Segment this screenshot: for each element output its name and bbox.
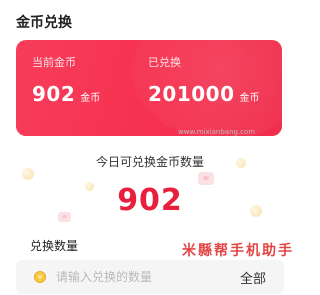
section-title: 金币兑换 <box>16 15 72 31</box>
current-coins-row: 902 金币 <box>32 82 100 106</box>
coin-exchange-page: 金币兑换 当前金币 902 金币 已兑换 201000 金币 今日可兑换金币数量 9… <box>0 0 300 295</box>
watermark-logo: 米縣帮手机助手 <box>182 240 294 270</box>
exchange-quantity-label: 兑换数量 <box>30 239 79 253</box>
watermark-text: 米縣帮手机助手 <box>182 243 294 259</box>
current-coins-block: 当前金币 902 金币 <box>32 54 100 106</box>
redeemed-coins-value: 201000 <box>148 82 235 106</box>
redeemed-coins-row: 201000 金币 <box>148 82 260 106</box>
coin-icon <box>34 271 46 283</box>
watermark-url: www.mixianbang.com <box>178 128 256 136</box>
exchange-quantity-input[interactable] <box>56 268 226 286</box>
redeemed-coins-unit: 金币 <box>239 93 260 104</box>
redeemed-coins-block: 已兑换 201000 金币 <box>148 54 260 106</box>
exchange-all-button[interactable]: 全部 <box>240 268 266 287</box>
coin-balance-card: 当前金币 902 金币 已兑换 201000 金币 <box>16 40 282 136</box>
current-coins-unit: 金币 <box>80 93 101 104</box>
current-coins-label: 当前金币 <box>32 56 76 69</box>
today-exchangeable-value: 902 <box>117 183 183 218</box>
current-coins-value: 902 <box>32 82 76 106</box>
today-exchangeable-label: 今日可兑换金币数量 <box>95 155 204 169</box>
redeemed-coins-label: 已兑换 <box>148 56 181 69</box>
